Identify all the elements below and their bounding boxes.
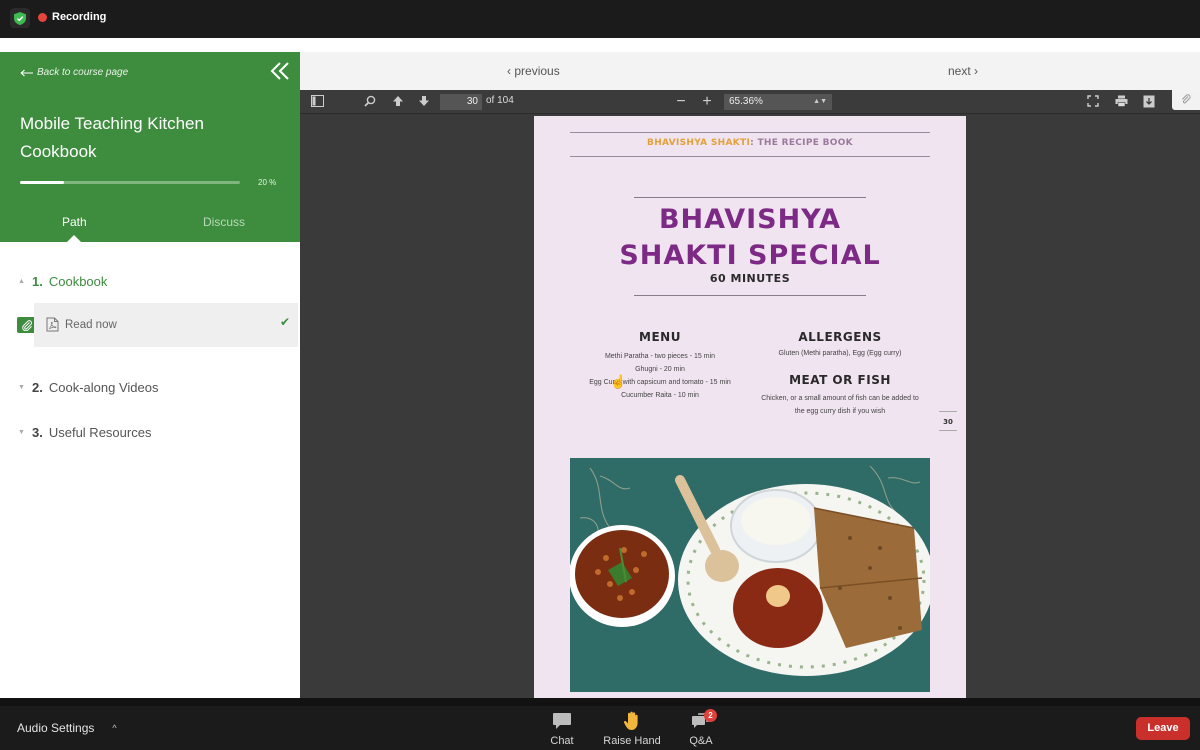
meat-or-fish-text: Chicken, or a small amount of fish can b…	[761, 395, 919, 415]
page-number-input[interactable]: 30	[440, 94, 482, 110]
meeting-controls-bar: Audio Settings ^ Chat Raise Hand 2 Q&A L…	[0, 706, 1200, 750]
progress-percent: 20 %	[258, 178, 277, 187]
chat-button[interactable]: Chat	[527, 711, 597, 747]
zoom-in-icon[interactable]: +	[700, 94, 714, 110]
previous-button[interactable]: ‹ previous	[507, 64, 560, 78]
section-label: Cookbook	[48, 274, 108, 289]
course-sidebar: Back to course page Mobile Teaching Kitc…	[0, 52, 300, 698]
raise-hand-button[interactable]: Raise Hand	[597, 711, 667, 747]
course-progress-bar	[20, 181, 240, 184]
print-icon[interactable]	[1114, 95, 1128, 109]
tab-discuss[interactable]: Discuss	[203, 215, 245, 229]
section-cookbook[interactable]: ▲ 1. Cookbook	[18, 274, 107, 289]
caret-down-icon: ▼	[18, 384, 25, 391]
lesson-read-now[interactable]: Read now ✔	[34, 303, 298, 347]
pdf-file-icon	[46, 317, 59, 332]
zoom-select[interactable]: 65.36% ▲▼	[724, 94, 832, 110]
arrow-up-icon[interactable]	[391, 95, 405, 109]
menu-item: Cucumber Raita - 10 min	[621, 392, 699, 399]
qa-icon: 2	[666, 709, 736, 731]
back-to-course-link[interactable]: Back to course page	[20, 67, 128, 78]
pdf-page[interactable]: BHAVISHYA SHAKTI: THE RECIPE BOOK BHAVIS…	[534, 116, 966, 698]
arrow-left-icon	[20, 69, 33, 76]
download-icon[interactable]	[1142, 95, 1156, 109]
section-useful-resources[interactable]: ▼ 3. Useful Resources	[18, 425, 151, 440]
shield-icon[interactable]	[10, 8, 30, 28]
fullscreen-icon[interactable]	[1086, 95, 1100, 109]
recipe-title: BHAVISHYA SHAKTI SPECIAL	[619, 204, 881, 271]
recording-label: Recording	[52, 11, 107, 23]
zoom-out-icon[interactable]: −	[674, 94, 688, 110]
select-arrows-icon: ▲▼	[813, 98, 827, 105]
caret-down-icon: ▼	[18, 429, 25, 436]
recipe-duration: 60 MINUTES	[709, 272, 791, 285]
sidebar-toggle-icon[interactable]	[310, 95, 324, 109]
meat-or-fish-heading: MEAT OR FISH	[789, 373, 891, 387]
progress-fill	[20, 181, 64, 184]
active-tab-indicator	[67, 235, 81, 242]
allergens-heading: ALLERGENS	[798, 330, 882, 344]
meeting-top-bar: Recording	[0, 0, 1200, 38]
recording-indicator[interactable]: Recording	[38, 11, 106, 23]
audio-settings-button[interactable]: Audio Settings ^	[17, 721, 117, 735]
qa-count-badge: 2	[704, 709, 717, 722]
checkmark-icon: ✔	[279, 315, 290, 329]
course-title: Mobile Teaching Kitchen Cookbook	[20, 114, 204, 161]
menu-item: Ghugni - 20 min	[635, 366, 685, 373]
search-icon[interactable]	[363, 95, 377, 109]
next-button[interactable]: next ›	[948, 64, 978, 78]
section-label: Useful Resources	[48, 425, 152, 440]
title-rule	[634, 295, 866, 296]
page-count: of 104	[486, 95, 514, 106]
qa-button[interactable]: 2 Q&A	[666, 709, 736, 747]
caret-up-icon: ▲	[18, 278, 25, 285]
menu-list: Methi Paratha - two pieces - 15 min Ghug…	[570, 350, 750, 402]
section-cook-along-videos[interactable]: ▼ 2. Cook-along Videos	[18, 380, 158, 395]
section-label: Cook-along Videos	[48, 380, 159, 395]
allergens-text: Gluten (Methi paratha), Egg (Egg curry)	[778, 350, 902, 357]
recording-dot-icon	[38, 12, 47, 22]
chat-icon	[527, 711, 597, 731]
recipe-photo	[570, 458, 930, 692]
chevron-up-icon[interactable]: ^	[112, 723, 116, 733]
hand-cursor-icon: ☝	[610, 374, 627, 389]
menu-heading: MENU	[639, 330, 681, 344]
header-rule	[570, 156, 930, 157]
title-rule	[634, 197, 866, 198]
header-rule	[570, 132, 930, 133]
tab-path[interactable]: Path	[62, 215, 87, 229]
document-viewer: ‹ previous next › 30 of 104 − + 65.36% ▲…	[300, 52, 1200, 698]
raise-hand-icon	[597, 711, 667, 731]
leave-button[interactable]: Leave	[1136, 717, 1190, 740]
sidebar-header: Back to course page Mobile Teaching Kitc…	[0, 52, 300, 242]
lesson-label: Read now	[65, 319, 117, 331]
attachment-tab[interactable]	[1172, 90, 1200, 110]
page-number-marker: 30	[939, 411, 957, 431]
collapse-sidebar-icon[interactable]	[270, 62, 290, 80]
paperclip-icon	[1182, 94, 1191, 104]
book-header: BHAVISHYA SHAKTI: THE RECIPE BOOK	[647, 138, 853, 148]
pdf-toolbar: 30 of 104 − + 65.36% ▲▼	[300, 90, 1200, 114]
menu-item: Egg Curry with capsicum and tomato - 15 …	[589, 379, 731, 386]
arrow-down-icon[interactable]	[417, 95, 431, 109]
menu-item: Methi Paratha - two pieces - 15 min	[604, 353, 716, 360]
page-nav-bar: ‹ previous next ›	[300, 52, 1200, 90]
